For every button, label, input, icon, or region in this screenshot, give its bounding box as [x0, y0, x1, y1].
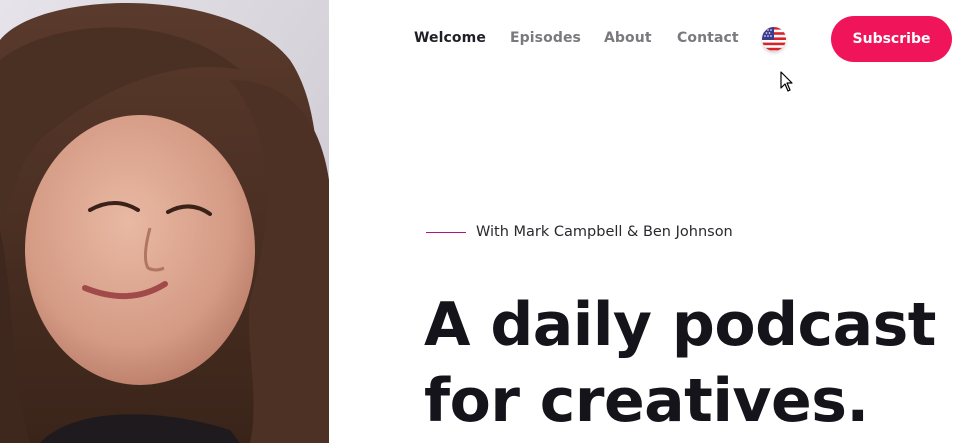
hero-headline: A daily podcast for creatives. [424, 287, 936, 439]
nav-link-welcome[interactable]: Welcome [414, 30, 486, 46]
nav-link-about[interactable]: About [604, 30, 652, 46]
hosts-text: With Mark Campbell & Ben Johnson [476, 224, 733, 240]
decorative-line [426, 231, 466, 233]
nav-link-contact[interactable]: Contact [677, 30, 739, 46]
subscribe-button[interactable]: Subscribe [831, 16, 952, 62]
us-flag-icon[interactable] [762, 27, 786, 51]
mouse-cursor-icon [780, 71, 794, 97]
hero-photo [0, 0, 329, 443]
headline-line-2: for creatives. [424, 366, 869, 436]
hosts-tagline: With Mark Campbell & Ben Johnson [426, 224, 733, 240]
nav-link-episodes[interactable]: Episodes [510, 30, 581, 46]
headline-line-1: A daily podcast [424, 290, 936, 360]
